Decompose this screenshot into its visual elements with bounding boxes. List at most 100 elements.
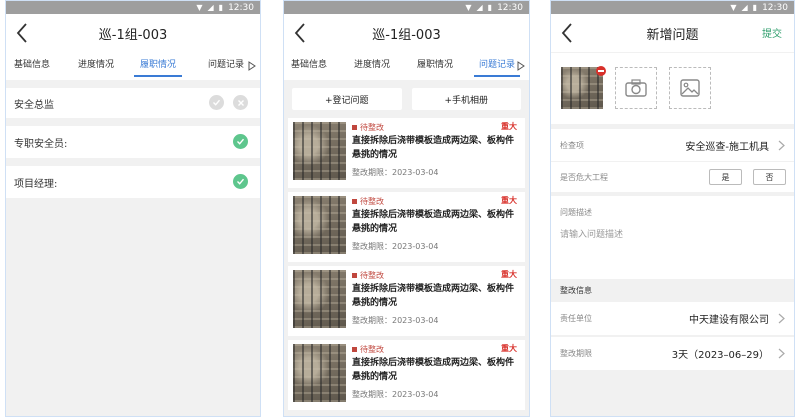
phone-screen-new-issue: ▼ ◢ ▮ 12:30 新增问题 提交 检查项 安全巡查-施工机具 是否危大工程…: [550, 0, 795, 417]
inspection-value: 安全巡查-施工机具: [685, 141, 769, 153]
chevron-right-icon: [778, 140, 785, 150]
chevron-right-icon: [778, 313, 785, 324]
description-section: 问题描述 请输入问题描述: [551, 196, 794, 279]
major-project-label: 是否危大工程: [560, 172, 608, 182]
issue-title: 直接拆除后浇带模板造成两边梁、板构件悬挑的情况: [352, 210, 515, 234]
duty-label: 项目经理:: [14, 178, 58, 190]
approve-toggle[interactable]: [209, 95, 224, 110]
issue-status: 待整改: [352, 270, 384, 281]
issue-deadline: 整改期限：2023-03-04: [352, 390, 439, 399]
page-title: 巡-1组-003: [98, 27, 168, 43]
approve-toggle[interactable]: [233, 174, 248, 189]
issue-level-badge: 重大: [501, 122, 517, 131]
tab-progress[interactable]: 进度情况: [78, 52, 114, 80]
tab-duty[interactable]: 履职情况: [132, 52, 184, 80]
issue-card[interactable]: 待整改 重大 直接拆除后浇带模板造成两边梁、板构件悬挑的情况 整改期限：2023…: [288, 118, 525, 188]
tab-scroll-right-icon[interactable]: [248, 61, 256, 71]
issue-photo: [293, 122, 346, 180]
tab-bar: 基础信息 进度情况 履职情况 问题记录: [284, 52, 529, 80]
inspection-item-row[interactable]: 检查项 安全巡查-施工机具: [551, 129, 794, 161]
rectification-section-header: 整改信息: [551, 279, 794, 301]
tab-basic-info[interactable]: 基础信息: [291, 52, 327, 80]
approve-toggle[interactable]: [233, 134, 248, 149]
major-project-row: 是否危大工程 是 否: [551, 162, 794, 192]
phone-screen-issues: ▼ ◢ ▮ 12:30 巡-1组-003 基础信息 进度情况 履职情况 问题记录…: [283, 0, 530, 417]
chevron-right-icon: [778, 348, 785, 359]
take-photo-button[interactable]: [615, 67, 657, 109]
status-bar: ▼ ◢ ▮ 12:30: [551, 1, 794, 14]
check-icon: [237, 138, 245, 145]
battery-icon: ▮: [487, 2, 493, 12]
remove-photo-icon[interactable]: [596, 66, 606, 76]
photo-section: [551, 53, 794, 124]
tab-duty[interactable]: 履职情况: [417, 52, 453, 80]
status-time: 12:30: [762, 2, 788, 13]
check-icon: [237, 178, 245, 185]
back-arrow-icon[interactable]: [12, 20, 34, 46]
duty-label: 专职安全员:: [14, 138, 68, 150]
image-gallery-icon: [680, 79, 700, 97]
tab-scroll-right-icon[interactable]: [517, 61, 525, 71]
issue-deadline: 整改期限：2023-03-04: [352, 168, 439, 177]
reject-toggle[interactable]: [233, 95, 248, 110]
description-label: 问题描述: [560, 208, 592, 217]
duty-label: 安全总监: [14, 99, 54, 111]
duty-row-project-manager: 项目经理:: [6, 166, 260, 198]
wifi-icon: ▼: [465, 2, 472, 12]
issue-status: 待整改: [352, 196, 384, 207]
signal-icon: ◢: [741, 2, 748, 12]
issue-level-badge: 重大: [501, 196, 517, 205]
wifi-icon: ▼: [730, 2, 737, 12]
battery-icon: ▮: [752, 2, 758, 12]
status-time: 12:30: [497, 2, 523, 13]
issue-status: 待整改: [352, 122, 384, 133]
submit-button[interactable]: 提交: [762, 25, 782, 40]
back-arrow-icon[interactable]: [290, 20, 312, 46]
description-input[interactable]: 请输入问题描述: [560, 227, 785, 240]
battery-icon: ▮: [218, 2, 224, 12]
deadline-value: 3天（2023–06–29）: [671, 350, 769, 361]
issue-level-badge: 重大: [501, 270, 517, 279]
nav-bar: 新增问题 提交: [551, 14, 794, 52]
signal-icon: ◢: [207, 2, 214, 12]
page-title: 巡-1组-003: [372, 27, 441, 43]
yes-button[interactable]: 是: [709, 169, 742, 185]
issue-photo: [293, 344, 346, 402]
duty-row-safety-director: 安全总监: [6, 88, 260, 118]
issue-card[interactable]: 待整改 重大 直接拆除后浇带模板造成两边梁、板构件悬挑的情况 整改期限：2023…: [288, 340, 525, 410]
issue-deadline: 整改期限：2023-03-04: [352, 242, 439, 251]
issue-list: 待整改 重大 直接拆除后浇带模板造成两边梁、板构件悬挑的情况 整改期限：2023…: [284, 118, 529, 410]
signal-icon: ◢: [476, 2, 483, 12]
check-icon: [213, 99, 221, 106]
status-bar: ▼ ◢ ▮ 12:30: [284, 1, 529, 14]
page-title: 新增问题: [646, 27, 699, 43]
register-issue-button[interactable]: +登记问题: [292, 88, 402, 110]
responsible-unit-row[interactable]: 责任单位 中天建设有限公司: [551, 302, 794, 335]
responsible-unit-label: 责任单位: [560, 314, 592, 323]
issue-deadline: 整改期限：2023-03-04: [352, 316, 439, 325]
tab-basic-info[interactable]: 基础信息: [14, 52, 50, 80]
issue-photo: [293, 270, 346, 328]
nav-bar: 巡-1组-003: [284, 14, 529, 52]
deadline-row[interactable]: 整改期限 3天（2023–06–29）: [551, 337, 794, 370]
tab-issues[interactable]: 问题记录: [472, 52, 522, 80]
nav-bar: 巡-1组-003: [6, 14, 260, 52]
pick-image-button[interactable]: [669, 67, 711, 109]
camera-icon: [625, 79, 647, 97]
tab-issues[interactable]: 问题记录: [208, 52, 244, 80]
no-button[interactable]: 否: [753, 169, 786, 185]
action-buttons: +登记问题 +手机相册: [284, 80, 529, 116]
issue-card[interactable]: 待整改 重大 直接拆除后浇带模板造成两边梁、板构件悬挑的情况 整改期限：2023…: [288, 266, 525, 336]
issue-photo: [293, 196, 346, 254]
issue-title: 直接拆除后浇带模板造成两边梁、板构件悬挑的情况: [352, 284, 515, 308]
close-icon: [237, 99, 244, 106]
issue-card[interactable]: 待整改 重大 直接拆除后浇带模板造成两边梁、板构件悬挑的情况 整改期限：2023…: [288, 192, 525, 262]
phone-album-button[interactable]: +手机相册: [411, 88, 521, 110]
tab-progress[interactable]: 进度情况: [354, 52, 390, 80]
issue-level-badge: 重大: [501, 344, 517, 353]
wifi-icon: ▼: [196, 2, 203, 12]
duty-row-safety-officer: 专职安全员:: [6, 126, 260, 158]
deadline-label: 整改期限: [560, 349, 592, 358]
back-arrow-icon[interactable]: [557, 20, 579, 46]
issue-title: 直接拆除后浇带模板造成两边梁、板构件悬挑的情况: [352, 358, 515, 382]
